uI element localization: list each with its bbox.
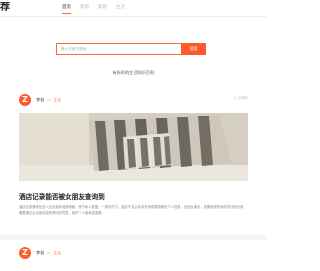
main-nav: 首页 装修 家居 生活: [62, 4, 125, 14]
nav-item-decoration[interactable]: 装修: [80, 4, 89, 14]
search-input[interactable]: 输入关键字搜索...: [56, 43, 181, 55]
nav-item-life[interactable]: 生活: [116, 4, 125, 14]
post-time: 1 分钟前: [233, 96, 248, 100]
author-avatar[interactable]: Z: [19, 247, 31, 259]
post-category[interactable]: 生活: [54, 98, 61, 103]
post-category[interactable]: 生活: [54, 251, 61, 256]
search-form: 输入关键字搜索... 搜索: [56, 43, 206, 55]
post-title[interactable]: 酒店记录能否被女朋友查询到: [19, 191, 105, 201]
site-tagline: 有折扣的生活知识百科: [112, 70, 155, 75]
author-avatar[interactable]: Z: [19, 94, 31, 106]
pillow-photo: [19, 113, 248, 181]
post-meta: Z 李若 in 生活: [19, 94, 61, 106]
post-excerpt: 酒店记录通常包含入住信息和消费明细，属于私人数据。一般情况下，酒店不会主动向外部…: [19, 205, 247, 215]
search-button[interactable]: 搜索: [181, 43, 206, 55]
author-name[interactable]: 李若: [36, 250, 44, 256]
author-name[interactable]: 李若: [36, 97, 44, 103]
site-logo[interactable]: 荐: [0, 2, 14, 14]
top-navigation-bar: 荐 首页 装修 家居 生活: [0, 0, 267, 17]
meta-separator: in: [47, 251, 51, 255]
nav-item-home-furnishing[interactable]: 家居: [98, 4, 107, 14]
nav-item-home[interactable]: 首页: [62, 4, 71, 14]
meta-separator: in: [47, 98, 51, 102]
post-cover-image[interactable]: [19, 113, 248, 181]
section-divider: [0, 235, 267, 240]
post-meta-second: Z 李若 in 生活: [19, 247, 61, 259]
